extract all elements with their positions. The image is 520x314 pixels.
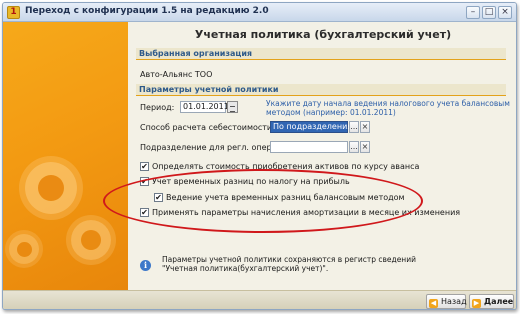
highlight-ellipse xyxy=(103,169,423,233)
title-bar: 1 Переход с конфигурации 1.5 на редакцию… xyxy=(3,3,516,22)
info-panel: i Параметры учетной политики сохраняются… xyxy=(138,246,510,286)
department-choose-button[interactable]: ... xyxy=(349,141,359,153)
decorative-side-panel xyxy=(3,22,128,290)
next-button[interactable]: ▶ Далее xyxy=(469,294,514,309)
maximize-button[interactable]: □ xyxy=(482,6,496,19)
department-field[interactable] xyxy=(270,141,348,153)
close-button[interactable]: × xyxy=(498,6,512,19)
back-button[interactable]: ◀ Назад xyxy=(426,294,467,309)
cost-method-clear-button[interactable]: × xyxy=(360,121,370,133)
info-icon: i xyxy=(140,260,151,271)
arrow-left-icon: ◀ xyxy=(429,299,438,308)
back-button-label: Назад xyxy=(441,297,467,306)
cost-method-choose-button[interactable]: ... xyxy=(349,121,359,133)
period-hint: Укажите дату начала ведения налогового у… xyxy=(266,99,510,117)
calendar-icon[interactable] xyxy=(227,101,238,113)
gear-icon xyxy=(9,234,39,264)
section-header-policy: Параметры учетной политики xyxy=(136,84,506,96)
gear-icon xyxy=(25,162,77,214)
navigation-bar: ◀ Назад ▶ Далее xyxy=(3,290,516,309)
app-logo-icon: 1 xyxy=(7,6,20,19)
content-area: Учетная политика (бухгалтерский учет) Вы… xyxy=(128,22,516,290)
page-title: Учетная политика (бухгалтерский учет) xyxy=(194,28,452,41)
minimize-button[interactable]: – xyxy=(466,6,480,19)
gear-icon xyxy=(71,220,111,260)
next-button-label: Далее xyxy=(484,297,514,306)
cost-method-label: Способ расчета себестоимости: xyxy=(140,123,275,132)
arrow-right-icon: ▶ xyxy=(472,299,481,308)
department-clear-button[interactable]: × xyxy=(360,141,370,153)
period-label: Период: xyxy=(140,103,175,112)
info-text: Параметры учетной политики сохраняются в… xyxy=(162,255,416,273)
section-header-organization: Выбранная организация xyxy=(136,48,506,60)
cost-method-field[interactable]: По подразделениям xyxy=(270,121,358,133)
checkbox-advance-rate[interactable]: ✔ xyxy=(140,162,149,171)
wizard-window: 1 Переход с конфигурации 1.5 на редакцию… xyxy=(2,2,517,310)
department-label: Подразделение для регл. опер.: xyxy=(140,143,277,152)
organization-name: Авто-Альянс ТОО xyxy=(140,70,213,79)
period-input[interactable]: 01.01.2011 xyxy=(180,101,229,113)
window-title: Переход с конфигурации 1.5 на редакцию 2… xyxy=(25,6,269,16)
